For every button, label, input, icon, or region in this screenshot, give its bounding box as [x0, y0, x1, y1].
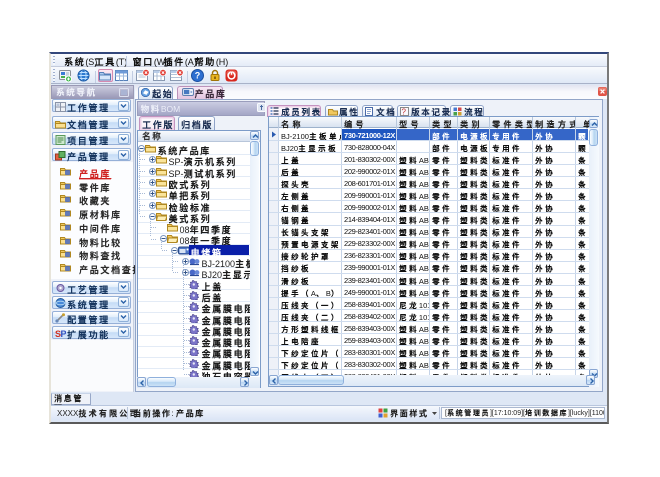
- svg-text:?: ?: [195, 71, 201, 81]
- svg-text:P: P: [61, 329, 67, 339]
- svg-text:?: ?: [402, 108, 407, 117]
